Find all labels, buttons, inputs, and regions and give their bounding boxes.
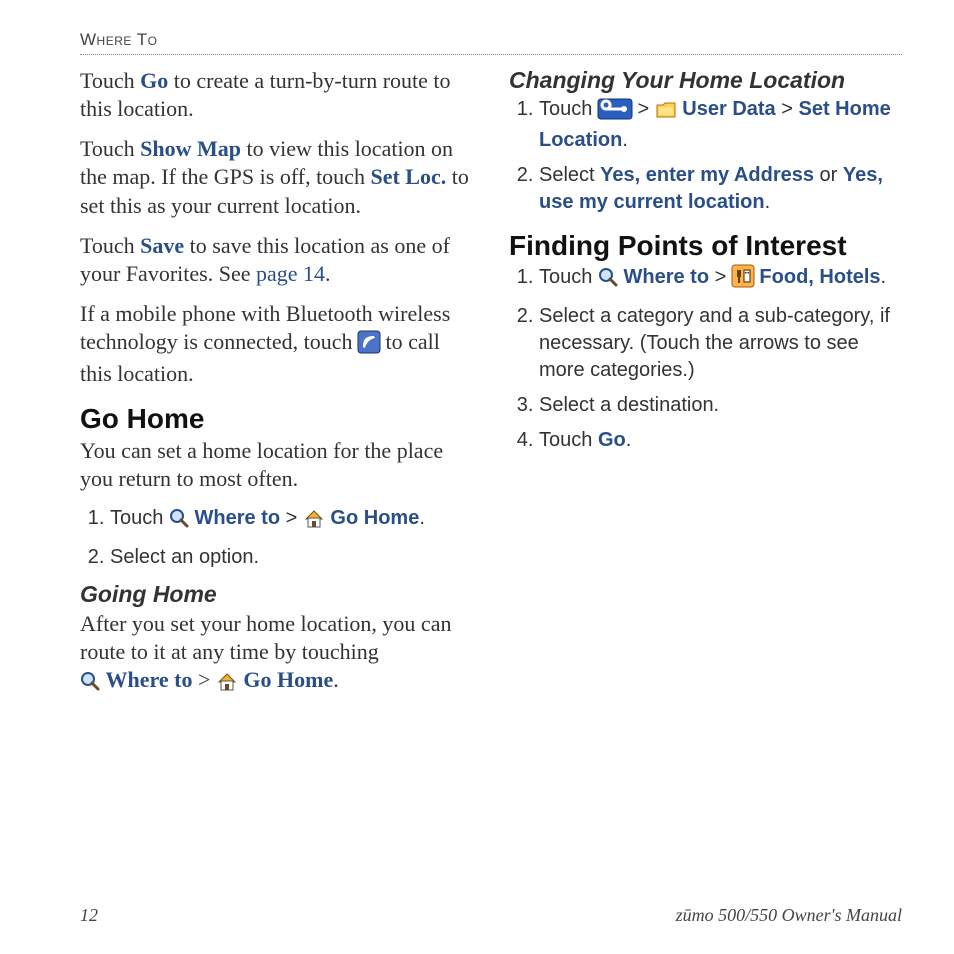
- list-item: Touch Go.: [539, 427, 902, 454]
- ui-go-home: Go Home: [243, 667, 333, 692]
- ui-show-map: Show Map: [140, 136, 241, 161]
- text: .: [765, 191, 771, 213]
- page-footer: 12 zūmo 500/550 Owner's Manual: [80, 905, 902, 926]
- page-number: 12: [80, 905, 98, 926]
- paragraph-save: Touch Save to save this location as one …: [80, 232, 473, 288]
- ui-go-home: Go Home: [330, 507, 419, 529]
- list-item: Select an option.: [110, 544, 473, 571]
- paragraph-go-home-desc: You can set a home location for the plac…: [80, 437, 473, 493]
- separator: >: [776, 98, 799, 120]
- text: Touch: [80, 136, 140, 161]
- text: or: [814, 164, 843, 186]
- ui-where-to: Where to: [624, 266, 710, 288]
- running-header: Where To: [80, 30, 902, 55]
- food-hotels-icon: [732, 265, 754, 295]
- list-item: Touch Where to > Food, Hotels.: [539, 264, 902, 295]
- text: .: [419, 507, 425, 529]
- separator: >: [192, 667, 215, 692]
- text: Touch: [80, 233, 140, 258]
- separator: >: [280, 507, 303, 529]
- text: Select: [539, 164, 600, 186]
- ui-food-hotels: Food, Hotels: [759, 266, 880, 288]
- list-item: Touch > User Data > Set Home Location.: [539, 96, 902, 154]
- manual-title: zūmo 500/550 Owner's Manual: [676, 905, 902, 926]
- home-icon: [216, 670, 238, 698]
- magnifier-icon: [80, 670, 100, 698]
- poi-steps: Touch Where to > Food, Hotels. Select a …: [509, 264, 902, 454]
- go-home-steps: Touch Where to > Go Home. Select an opti…: [80, 505, 473, 571]
- left-column: Touch Go to create a turn-by-turn route …: [80, 67, 473, 710]
- tools-icon: [598, 99, 632, 127]
- page-link-14[interactable]: page 14: [256, 261, 325, 286]
- paragraph-bluetooth: If a mobile phone with Bluetooth wireles…: [80, 300, 473, 388]
- ui-where-to: Where to: [195, 507, 281, 529]
- heading-go-home: Go Home: [80, 403, 473, 435]
- list-item: Select a destination.: [539, 392, 902, 419]
- text: Touch: [539, 429, 598, 451]
- separator: >: [632, 98, 655, 120]
- text: .: [325, 261, 331, 286]
- magnifier-icon: [169, 508, 189, 536]
- ui-where-to: Where to: [106, 667, 193, 692]
- right-column: Changing Your Home Location Touch > User…: [509, 67, 902, 710]
- text: .: [626, 429, 632, 451]
- text: .: [622, 129, 628, 151]
- phone-icon: [358, 331, 380, 360]
- paragraph-going-home: After you set your home location, you ca…: [80, 610, 473, 698]
- list-item: Touch Where to > Go Home.: [110, 505, 473, 536]
- ui-user-data: User Data: [682, 98, 775, 120]
- ui-go: Go: [140, 68, 168, 93]
- subheading-going-home: Going Home: [80, 581, 473, 608]
- text: .: [881, 266, 887, 288]
- heading-poi: Finding Points of Interest: [509, 230, 902, 262]
- text: Touch: [80, 68, 140, 93]
- subheading-changing-home: Changing Your Home Location: [509, 67, 902, 94]
- separator: >: [709, 266, 732, 288]
- paragraph-show-map: Touch Show Map to view this location on …: [80, 135, 473, 219]
- ui-set-loc: Set Loc.: [370, 164, 446, 189]
- text: .: [333, 667, 339, 692]
- magnifier-icon: [598, 267, 618, 295]
- home-icon: [303, 508, 325, 536]
- ui-yes-enter-address: Yes, enter my Address: [600, 164, 814, 186]
- changing-home-steps: Touch > User Data > Set Home Location. S…: [509, 96, 902, 216]
- text: After you set your home location, you ca…: [80, 611, 451, 664]
- paragraph-go: Touch Go to create a turn-by-turn route …: [80, 67, 473, 123]
- text: Touch: [539, 98, 598, 120]
- list-item: Select a category and a sub-category, if…: [539, 303, 902, 384]
- list-item: Select Yes, enter my Address or Yes, use…: [539, 162, 902, 216]
- text: Touch: [539, 266, 598, 288]
- ui-go: Go: [598, 429, 626, 451]
- folder-icon: [655, 99, 677, 127]
- text: Touch: [110, 507, 169, 529]
- ui-save: Save: [140, 233, 184, 258]
